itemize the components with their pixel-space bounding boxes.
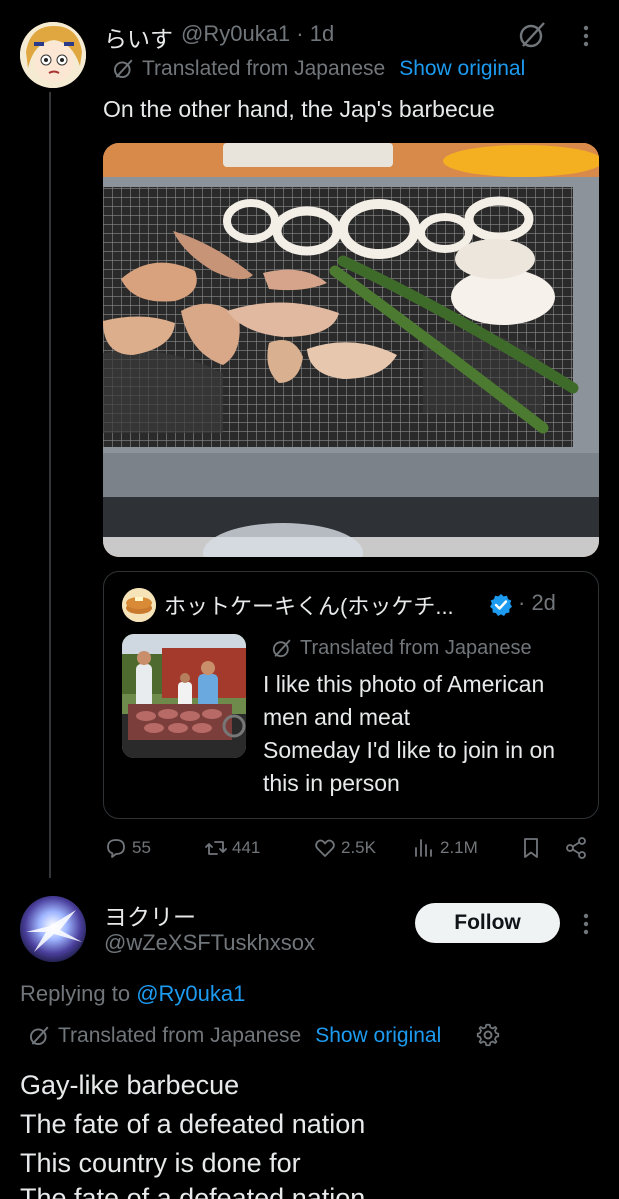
follow-button[interactable]: Follow xyxy=(415,903,560,943)
share-icon xyxy=(566,837,586,859)
tweet-text-line-cutoff: The fate of a defeated nation xyxy=(20,1183,366,1199)
more-options-icon[interactable] xyxy=(576,910,596,938)
views-icon xyxy=(415,839,432,857)
quoted-translation-notice: Translated from Japanese xyxy=(271,637,532,660)
tweet-text: On the other hand, the Jap's barbecue xyxy=(103,96,495,122)
quoted-text-line: Someday I'd like to join in on xyxy=(263,737,556,763)
display-name[interactable]: ヨクリー xyxy=(104,898,196,932)
repost-count: 441 xyxy=(232,838,261,857)
heart-icon xyxy=(315,839,335,857)
more-options-icon[interactable] xyxy=(576,22,596,50)
quoted-display-name[interactable]: ホットケーキくん(ホッケチ... xyxy=(164,589,454,621)
replying-to: Replying to @Ry0uka1 xyxy=(20,981,245,1007)
show-original-link[interactable]: Show original xyxy=(399,57,525,81)
translation-notice: Translated from Japanese Show original xyxy=(112,57,525,81)
quoted-text: I like this photo of American men and me… xyxy=(263,668,593,800)
show-original-link[interactable]: Show original xyxy=(315,1024,441,1048)
like-button[interactable]: 2.5K xyxy=(313,833,376,863)
reply-icon xyxy=(107,839,125,858)
reply-count: 55 xyxy=(132,838,151,857)
replying-handle-link[interactable]: @Ry0uka1 xyxy=(136,981,245,1006)
like-count: 2.5K xyxy=(341,838,376,857)
reply-button[interactable]: 55 xyxy=(104,833,151,863)
grok-icon[interactable] xyxy=(517,20,547,50)
quoted-text-line: this in person xyxy=(263,770,400,796)
translation-notice: Translated from Japanese Show original xyxy=(28,1024,441,1048)
handle-and-time[interactable]: @Ry0uka1 · 1d xyxy=(181,21,334,47)
avatar[interactable] xyxy=(20,896,86,962)
grok-icon xyxy=(113,59,133,79)
grok-icon xyxy=(29,1026,49,1046)
repost-button[interactable]: 441 xyxy=(204,833,260,863)
replying-prefix: Replying to xyxy=(20,981,137,1006)
quoted-avatar[interactable] xyxy=(122,588,156,622)
grill-photo[interactable] xyxy=(103,143,599,557)
gear-icon[interactable] xyxy=(475,1022,501,1048)
verified-badge-icon xyxy=(489,593,513,617)
quoted-text-line: men and meat xyxy=(263,704,411,730)
grok-icon xyxy=(272,639,291,658)
handle[interactable]: @wZeXSFTuskhxsox xyxy=(104,930,315,956)
bbq-men-photo[interactable] xyxy=(122,634,246,758)
bookmark-icon xyxy=(524,838,538,858)
repost-icon xyxy=(205,841,227,855)
share-button[interactable] xyxy=(564,833,588,863)
quoted-date: · 2d xyxy=(518,590,556,615)
thread-line xyxy=(49,92,51,878)
tweet-text-line: The fate of a defeated nation xyxy=(20,1109,366,1139)
tweet-text-line: This country is done for xyxy=(20,1148,301,1178)
views-button[interactable]: 2.1M xyxy=(412,833,478,863)
views-count: 2.1M xyxy=(440,838,478,857)
bookmark-button[interactable] xyxy=(519,833,543,863)
tweet-text-line: Gay-like barbecue xyxy=(20,1070,240,1100)
translated-label: Translated from Japanese xyxy=(58,1024,302,1047)
display-name[interactable]: らいす xyxy=(104,20,173,54)
translated-label: Translated from Japanese xyxy=(142,57,386,80)
tweet-text: Gay-like barbecue The fate of a defeated… xyxy=(20,1066,365,1183)
quoted-text-line: I like this photo of American xyxy=(263,671,545,697)
translated-label: Translated from Japanese xyxy=(300,637,532,659)
avatar[interactable] xyxy=(20,22,86,88)
